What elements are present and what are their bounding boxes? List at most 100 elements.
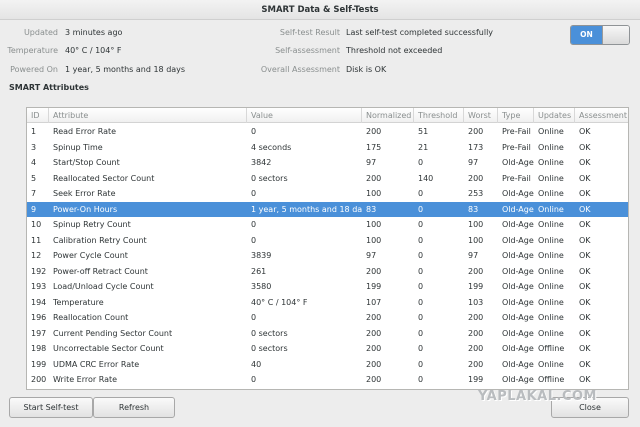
- cell-type: Old-Age: [502, 235, 534, 245]
- cell-normalized: 200: [366, 359, 382, 369]
- cell-updates: Online: [538, 266, 564, 276]
- cell-worst: 103: [468, 297, 484, 307]
- cell-updates: Online: [538, 158, 564, 167]
- cell-assessment: OK: [579, 204, 591, 214]
- table-row[interactable]: 7 Seek Error Rate 0 100 0 253 Old-Age Online OK: [27, 186, 628, 202]
- table-row[interactable]: 1 Read Error Rate 0 200 51 200 Pre-Fail Online O…: [27, 124, 628, 140]
- cell-type: Old-Age: [502, 359, 534, 369]
- smart-toggle-switch[interactable]: ON: [570, 25, 630, 45]
- cell-assessment: OK: [579, 158, 591, 167]
- cell-id: 7: [31, 189, 37, 198]
- cell-attribute: Spinup Time: [53, 142, 103, 152]
- cell-attribute: Temperature: [53, 297, 104, 307]
- cell-updates: Offline: [538, 344, 565, 353]
- table-row[interactable]: 196 Reallocation Count 0 200 0 200 Old-Age Onli…: [27, 310, 628, 326]
- cell-value: 0: [251, 375, 257, 384]
- cell-id: 200: [31, 375, 47, 384]
- cell-id: 4: [31, 158, 37, 167]
- table-row[interactable]: 11 Calibration Retry Count 0 100 0 100 Old-Age…: [27, 233, 628, 249]
- cell-id: 197: [31, 328, 47, 338]
- cell-worst: 200: [468, 313, 484, 322]
- cell-value: 3842: [251, 158, 272, 167]
- table-row[interactable]: 194 Temperature 40° C / 104° F 107 0 103 Old-A…: [27, 295, 628, 311]
- cell-updates: Online: [538, 127, 564, 136]
- cell-updates: Online: [538, 313, 564, 322]
- column-header-threshold[interactable]: Threshold: [414, 108, 464, 123]
- table-row[interactable]: 4 Start/Stop Count 3842 97 0 97 Old-Age Online O…: [27, 155, 628, 171]
- cell-updates: Online: [538, 204, 564, 214]
- column-header-id[interactable]: ID: [27, 108, 49, 123]
- column-header-type[interactable]: Type: [498, 108, 534, 123]
- cell-value: 0: [251, 220, 257, 229]
- table-header: ID Attribute Value Normalized Threshold …: [27, 108, 628, 123]
- cell-worst: 100: [468, 220, 484, 229]
- cell-id: 193: [31, 282, 47, 291]
- cell-normalized: 100: [366, 220, 382, 229]
- table-row[interactable]: 199 UDMA CRC Error Rate 40 200 0 200 Old-Age On…: [27, 357, 628, 373]
- cell-id: 5: [31, 173, 37, 183]
- cell-value: 0 sectors: [251, 173, 288, 183]
- cell-updates: Online: [538, 235, 564, 245]
- cell-type: Old-Age: [502, 266, 534, 276]
- cell-attribute: Reallocated Sector Count: [53, 173, 155, 183]
- toggle-knob[interactable]: [602, 26, 629, 44]
- table-row[interactable]: 192 Power-off Retract Count 261 200 0 200 Old-…: [27, 264, 628, 280]
- column-header-normalized[interactable]: Normalized: [362, 108, 414, 123]
- cell-normalized: 200: [366, 266, 382, 276]
- cell-value: 261: [251, 266, 267, 276]
- column-header-value[interactable]: Value: [247, 108, 362, 123]
- cell-threshold: 0: [418, 375, 424, 384]
- cell-normalized: 200: [366, 375, 382, 384]
- cell-assessment: OK: [579, 251, 591, 260]
- table-row[interactable]: 198 Uncorrectable Sector Count 0 sectors 20…: [27, 341, 628, 357]
- cell-type: Old-Age: [502, 220, 534, 229]
- cell-attribute: Power-On Hours: [53, 204, 118, 214]
- cell-attribute: Load/Unload Cycle Count: [53, 282, 154, 291]
- cell-worst: 200: [468, 127, 484, 136]
- cell-updates: Online: [538, 282, 564, 291]
- cell-worst: 199: [468, 282, 484, 291]
- self-assessment-value: Threshold not exceeded: [346, 46, 443, 55]
- watermark-logo: YAPLAKAL.COM: [478, 389, 597, 404]
- table-row[interactable]: 9 Power-On Hours 1 year, 5 months and 18 d…: [27, 201, 628, 217]
- cell-assessment: OK: [579, 297, 591, 307]
- table-row[interactable]: 3 Spinup Time 4 seconds 175 21 173 Pre-Fail Onl…: [27, 140, 628, 156]
- cell-attribute: Current Pending Sector Count: [53, 328, 173, 338]
- updated-label: Updated: [23, 28, 58, 37]
- cell-type: Old-Age: [502, 189, 534, 198]
- cell-id: 3: [31, 142, 37, 152]
- cell-assessment: OK: [579, 266, 591, 276]
- refresh-button[interactable]: Refresh: [93, 397, 175, 418]
- cell-attribute: Uncorrectable Sector Count: [53, 344, 164, 353]
- cell-worst: 97: [468, 158, 479, 167]
- cell-normalized: 200: [366, 344, 382, 353]
- column-header-updates[interactable]: Updates: [534, 108, 575, 123]
- table-row[interactable]: 10 Spinup Retry Count 0 100 0 100 Old-Age Onlin…: [27, 217, 628, 233]
- cell-type: Pre-Fail: [502, 173, 531, 183]
- start-self-test-button[interactable]: Start Self-test: [9, 397, 93, 418]
- table-row[interactable]: 193 Load/Unload Cycle Count 3580 199 0 199 Old…: [27, 279, 628, 295]
- cell-assessment: OK: [579, 359, 591, 369]
- attributes-table[interactable]: ID Attribute Value Normalized Threshold …: [26, 107, 629, 390]
- table-row[interactable]: 5 Reallocated Sector Count 0 sectors 200 140…: [27, 171, 628, 187]
- column-header-assessment[interactable]: Assessment: [575, 108, 628, 123]
- cell-id: 198: [31, 344, 47, 353]
- cell-type: Old-Age: [502, 344, 534, 353]
- overall-assessment-label: Overall Assessment: [260, 65, 340, 74]
- table-row[interactable]: 12 Power Cycle Count 3839 97 0 97 Old-Age Onlin…: [27, 248, 628, 264]
- cell-id: 196: [31, 313, 47, 322]
- cell-value: 40: [251, 359, 262, 369]
- table-row[interactable]: 200 Write Error Rate 0 200 0 199 Old-Age Offlin…: [27, 372, 628, 388]
- cell-normalized: 200: [366, 173, 382, 183]
- column-header-attribute[interactable]: Attribute: [49, 108, 247, 123]
- cell-type: Old-Age: [502, 375, 534, 384]
- cell-value: 0: [251, 313, 257, 322]
- cell-attribute: Read Error Rate: [53, 127, 117, 136]
- column-header-worst[interactable]: Worst: [464, 108, 498, 123]
- cell-id: 10: [31, 220, 42, 229]
- table-row[interactable]: 197 Current Pending Sector Count 0 sectors…: [27, 326, 628, 342]
- cell-assessment: OK: [579, 313, 591, 322]
- cell-type: Old-Age: [502, 297, 534, 307]
- window-title: SMART Data & Self-Tests: [0, 0, 640, 20]
- cell-value: 0: [251, 189, 257, 198]
